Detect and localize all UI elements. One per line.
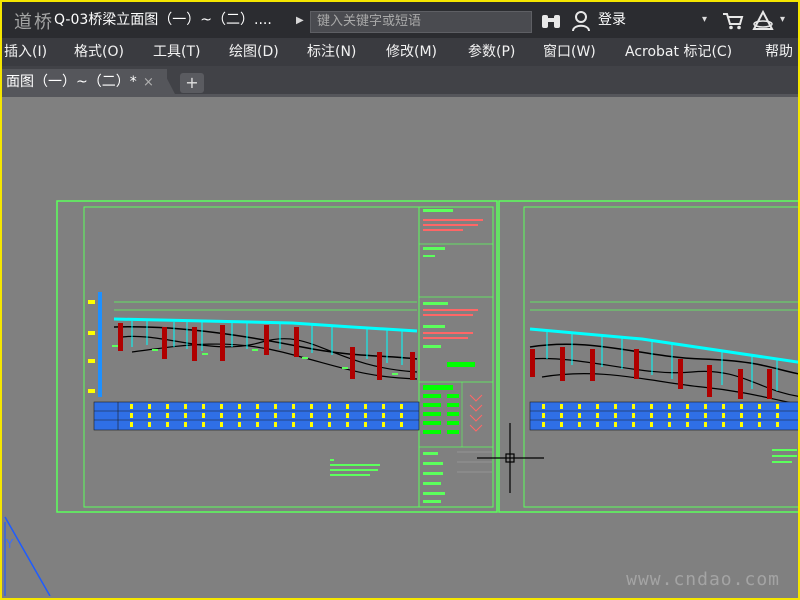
add-tab-button[interactable]: + [180,73,204,93]
ucs-y-label: Y [6,537,14,551]
title-bar: 道桥 Q-03桥梁立面图（一）~（二）.... ▶ 键入关键字或短语 登录 ▾ … [2,2,798,38]
document-tab-bar: 面图（一）~（二）* × + [2,66,798,96]
menu-bar: 插入(I) 格式(O) 工具(T) 绘图(D) 标注(N) 修改(M) 参数(P… [2,38,798,66]
binoculars-icon[interactable] [540,12,562,30]
logo-watermark: 道桥 [14,12,54,33]
menu-draw[interactable]: 绘图(D) [229,38,279,66]
chevron-down-icon[interactable]: ▾ [702,2,707,38]
search-input[interactable]: 键入关键字或短语 [310,11,532,33]
crosshair-cursor [477,423,544,493]
user-icon[interactable] [571,10,591,32]
chevron-down-icon[interactable]: ▾ [780,2,785,38]
autodesk-a360-icon[interactable] [752,10,774,32]
menu-dimension[interactable]: 标注(N) [307,38,356,66]
cad-drawing [4,200,800,597]
menu-format[interactable]: 格式(O) [74,38,124,66]
login-button[interactable]: 登录 [598,2,626,38]
menu-modify[interactable]: 修改(M) [386,38,437,66]
notes-panel [418,207,493,507]
menu-parameters[interactable]: 参数(P) [468,38,515,66]
site-watermark: www.cndao.com [626,569,780,590]
ucs-icon [4,516,51,597]
tab-edge [162,69,176,96]
close-icon[interactable]: × [143,69,154,96]
menu-help[interactable]: 帮助 [765,38,793,66]
menu-acrobat[interactable]: Acrobat 标记(C) [625,38,732,66]
tab-active-drawing[interactable]: 面图（一）~（二）* × [2,69,167,96]
window-title: Q-03桥梁立面图（一）~（二）.... [54,12,272,28]
menu-window[interactable]: 窗口(W) [543,38,596,66]
bridge-elevation-right [529,301,800,463]
menu-tools[interactable]: 工具(T) [153,38,200,66]
bridge-elevation-left [88,292,420,476]
cart-icon[interactable] [722,12,744,30]
tab-label: 面图（一）~（二）* [6,74,137,90]
triangle-right-icon[interactable]: ▶ [296,12,306,30]
drawing-canvas[interactable]: Y www.cndao.com [2,97,800,597]
menu-insert[interactable]: 插入(I) [4,38,47,66]
